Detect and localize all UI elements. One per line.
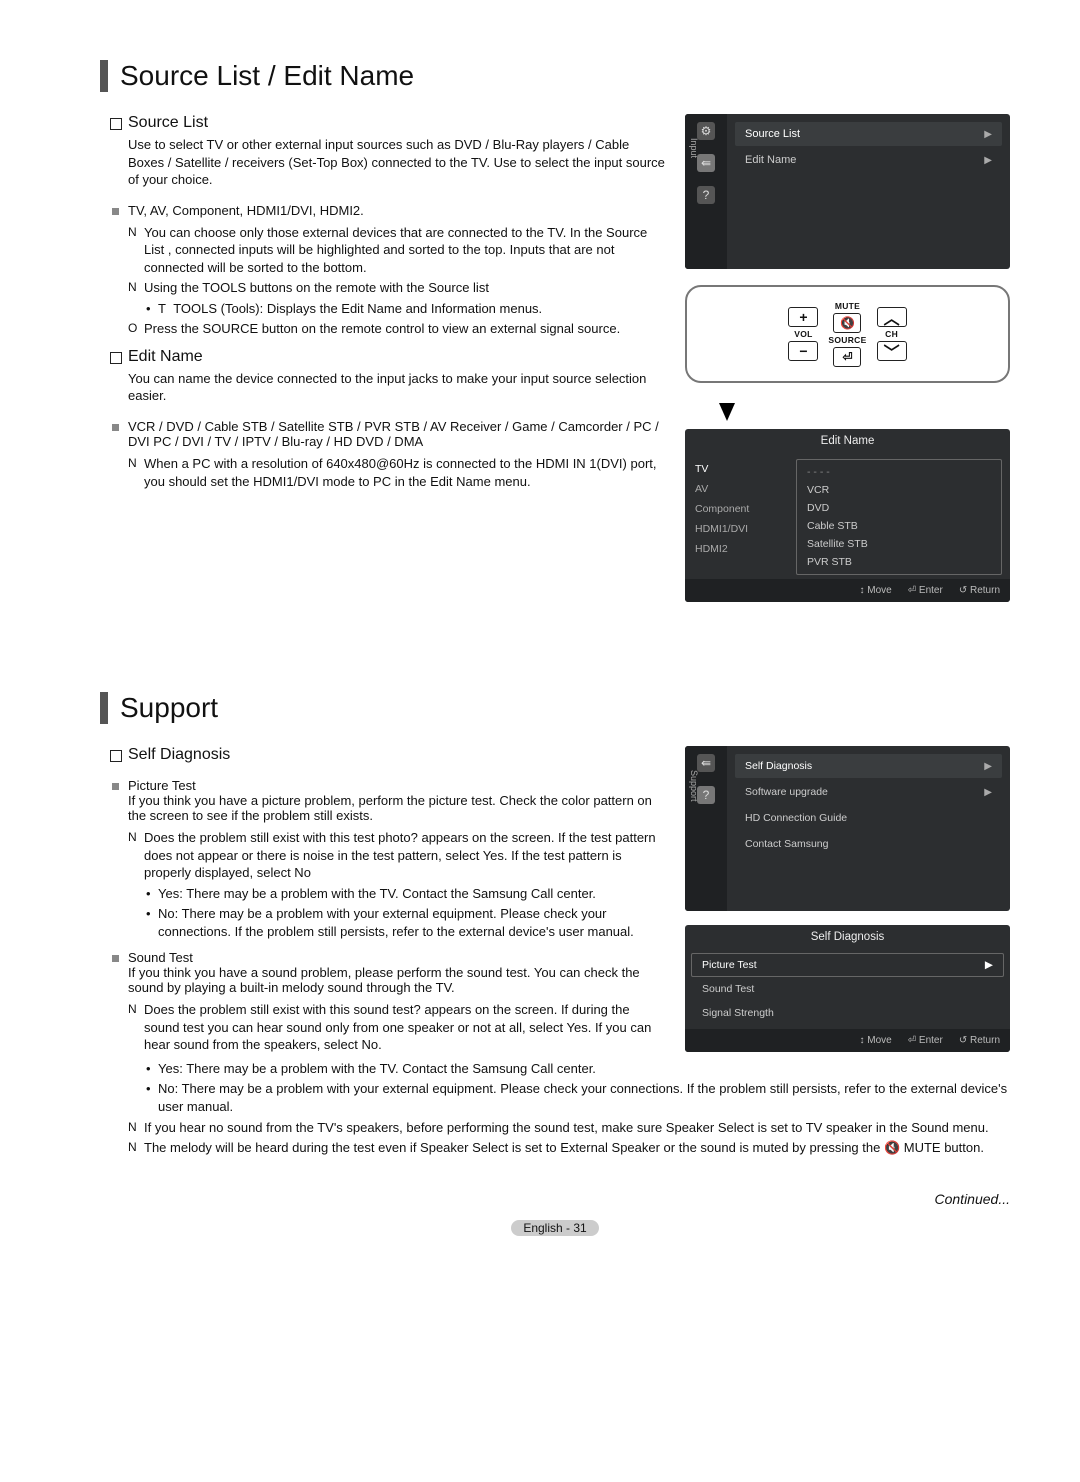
osd-edit-name: Edit Name TV AV Component HDMI1/DVI HDMI… xyxy=(685,429,1010,602)
hint-return: ↺ Return xyxy=(959,585,1000,596)
list-item[interactable]: HDMI1/DVI xyxy=(693,519,788,539)
note: NWhen a PC with a resolution of 640x480@… xyxy=(100,455,665,490)
osd-row[interactable]: Self Diagnosis▶ xyxy=(735,754,1002,778)
note: NIf you hear no sound from the TV's spea… xyxy=(100,1119,1010,1137)
vol-up-button[interactable]: + xyxy=(788,307,818,327)
osd-row[interactable]: Contact Samsung xyxy=(735,832,1002,856)
list-item[interactable]: Signal Strength xyxy=(691,1001,1004,1025)
hint-enter: ⏎ Enter xyxy=(908,1035,943,1046)
list-item[interactable]: Component xyxy=(693,499,788,519)
list-item[interactable]: DVD xyxy=(797,499,1001,517)
ch-down-button[interactable]: ﹀ xyxy=(877,341,907,361)
source-label: SOURCE xyxy=(828,335,866,345)
osd-row[interactable]: Source List▶ xyxy=(735,122,1002,146)
mute-label: MUTE xyxy=(835,301,860,311)
tools-bullet: T TOOLS (Tools): Displays the Edit Name … xyxy=(100,300,665,318)
osd-tab-label: Input xyxy=(689,138,699,158)
note: NDoes the problem still exist with this … xyxy=(100,1001,665,1054)
osd-self-diagnosis: Self Diagnosis Picture Test▶ Sound Test … xyxy=(685,925,1010,1052)
page-footer: English - 31 xyxy=(100,1221,1010,1235)
source-list-desc: Use to select TV or other external input… xyxy=(100,136,665,189)
list-item[interactable]: Picture Test▶ xyxy=(691,953,1004,977)
vol-label: VOL xyxy=(794,329,812,339)
plug-icon: ⇚ xyxy=(697,754,715,772)
list-item[interactable]: - - - - xyxy=(797,463,1001,481)
continued-label: Continued... xyxy=(100,1191,1010,1207)
list-item[interactable]: Satellite STB xyxy=(797,535,1001,553)
note: NUsing the TOOLS buttons on the remote w… xyxy=(100,279,665,297)
no-bullet: No: There may be a problem with your ext… xyxy=(100,905,665,940)
list-item[interactable]: TV xyxy=(693,459,788,479)
osd-title: Edit Name xyxy=(685,429,1010,453)
note: NYou can choose only those external devi… xyxy=(100,224,665,277)
osd-row[interactable]: HD Connection Guide xyxy=(735,806,1002,830)
source-list-heading: Source List xyxy=(100,114,665,132)
gear-icon: ⚙ xyxy=(697,122,715,140)
note: NThe melody will be heard during the tes… xyxy=(100,1139,1010,1157)
edit-name-heading: Edit Name xyxy=(100,348,665,366)
yes-bullet: Yes: There may be a problem with the TV.… xyxy=(100,1060,1010,1078)
edit-name-desc: You can name the device connected to the… xyxy=(100,370,665,405)
source-button[interactable]: ⏎ xyxy=(833,347,861,367)
chevron-right-icon: ▶ xyxy=(985,959,993,971)
osd-row[interactable]: Edit Name▶ xyxy=(735,148,1002,172)
ch-up-button[interactable]: ︿ xyxy=(877,307,907,327)
osd-input-menu: Input ⚙ ⇚ ? Source List▶ Edit Name▶ xyxy=(685,114,1010,269)
hint-move: ↕ Move xyxy=(860,1035,892,1046)
input-list: TV, AV, Component, HDMI1/DVI, HDMI2. xyxy=(100,203,665,218)
osd-support-menu: Support ⇚ ? Self Diagnosis▶ Software upg… xyxy=(685,746,1010,911)
sound-test-item: Sound Test If you think you have a sound… xyxy=(100,950,665,995)
osd-tab-label: Support xyxy=(689,770,699,802)
arrow-down-icon xyxy=(719,403,735,421)
mute-button[interactable] xyxy=(833,313,861,333)
plug-icon: ⇚ xyxy=(697,154,715,172)
remote-control-graphic: + VOL − MUTE SOURCE ⏎ ︿ CH ﹀ xyxy=(685,285,1010,383)
chevron-right-icon: ▶ xyxy=(984,129,992,140)
hint-return: ↺ Return xyxy=(959,1035,1000,1046)
picture-test-item: Picture Test If you think you have a pic… xyxy=(100,778,665,823)
page-title: Support xyxy=(100,692,1010,724)
no-bullet: No: There may be a problem with your ext… xyxy=(100,1080,1010,1115)
help-icon: ? xyxy=(697,786,715,804)
hint-move: ↕ Move xyxy=(860,585,892,596)
list-item[interactable]: Cable STB xyxy=(797,517,1001,535)
vol-down-button[interactable]: − xyxy=(788,341,818,361)
self-diagnosis-heading: Self Diagnosis xyxy=(100,746,665,764)
help-icon: ? xyxy=(697,186,715,204)
list-item[interactable]: PVR STB xyxy=(797,553,1001,571)
list-item[interactable]: Sound Test xyxy=(691,977,1004,1001)
chevron-right-icon: ▶ xyxy=(984,761,992,772)
hint-enter: ⏎ Enter xyxy=(908,585,943,596)
list-item[interactable]: VCR xyxy=(797,481,1001,499)
tip: OPress the SOURCE button on the remote c… xyxy=(100,320,665,338)
osd-row[interactable]: Software upgrade▶ xyxy=(735,780,1002,804)
yes-bullet: Yes: There may be a problem with the TV.… xyxy=(100,885,665,903)
note: NDoes the problem still exist with this … xyxy=(100,829,665,882)
list-item[interactable]: AV xyxy=(693,479,788,499)
device-list: VCR / DVD / Cable STB / Satellite STB / … xyxy=(100,419,665,449)
page-title: Source List / Edit Name xyxy=(100,60,1010,92)
list-item[interactable]: HDMI2 xyxy=(693,539,788,559)
ch-label: CH xyxy=(885,329,898,339)
chevron-right-icon: ▶ xyxy=(984,787,992,798)
osd-title: Self Diagnosis xyxy=(685,925,1010,949)
chevron-right-icon: ▶ xyxy=(984,155,992,166)
